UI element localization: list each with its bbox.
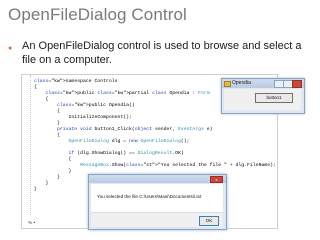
ok-button[interactable]: OK: [199, 216, 219, 226]
form-window: Opendia button1: [221, 78, 305, 114]
close-icon[interactable]: [292, 80, 302, 88]
code-line: private void button1_Click(object sender…: [57, 127, 213, 132]
form-app-icon: [224, 81, 231, 87]
form-title: Opendia: [232, 80, 251, 86]
slide-title: OpenFileDialog Control: [8, 5, 187, 24]
form-client-area: button1: [224, 89, 301, 110]
message-text: You selected the file C:\Users\Mani\Docu…: [97, 194, 202, 199]
code-line: class="kw">namespace Controls: [34, 79, 118, 84]
code-line: OpenFileDialog dlg = new OpenFileDialog(…: [68, 139, 190, 144]
zoom-indicator[interactable]: % •: [28, 221, 35, 226]
message-box: x You selected the file C:\Users\Mani\Do…: [88, 174, 227, 230]
message-box-footer: OK: [91, 212, 223, 227]
close-icon[interactable]: x: [210, 176, 223, 183]
message-box-titlebar: x: [89, 175, 226, 183]
form-titlebar: Opendia: [222, 79, 304, 88]
code-line: class="kw">public class="kw">partial cla…: [45, 91, 210, 96]
window-controls: [274, 80, 302, 88]
message-box-body: You selected the file C:\Users\Mani\Docu…: [91, 184, 223, 227]
editor-gutter: [24, 75, 31, 215]
code-line: }: [34, 187, 37, 192]
slide: OpenFileDialog Control ● An OpenFileDial…: [0, 0, 320, 240]
bullet-marker-icon: ●: [8, 45, 13, 52]
button1[interactable]: button1: [255, 93, 293, 103]
bullet-text: An OpenFileDialog control is used to bro…: [22, 40, 302, 66]
